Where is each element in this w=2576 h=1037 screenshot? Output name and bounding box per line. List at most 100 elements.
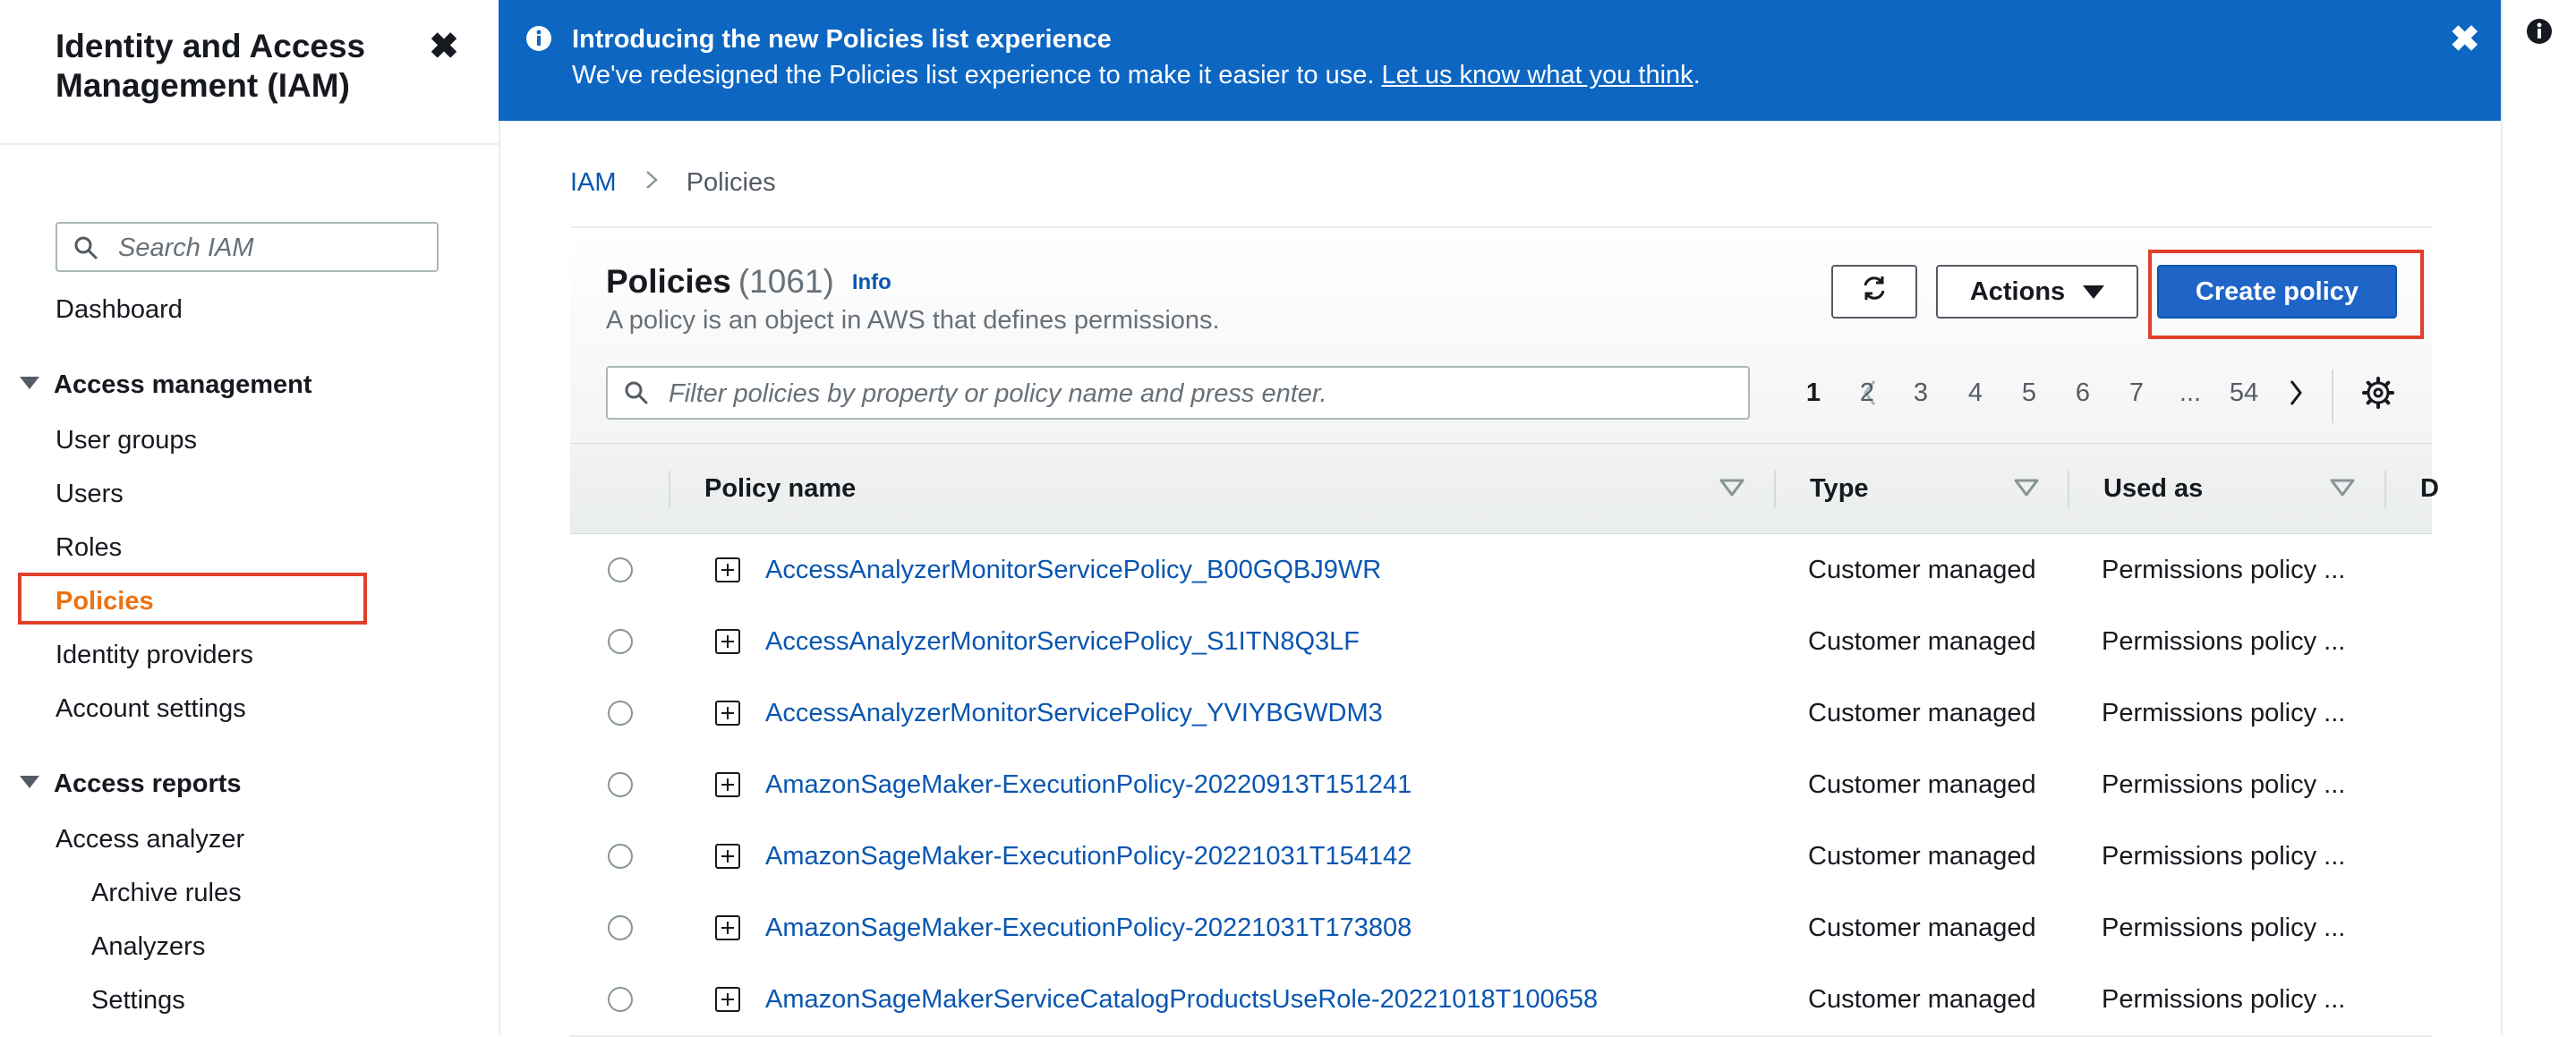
policy-used-as: Permissions policy ... <box>2102 556 2346 584</box>
column-header-policy-name[interactable]: Policy name <box>704 444 856 533</box>
policies-highlight-box <box>18 573 367 625</box>
sidebar-section-label: Access management <box>54 370 312 399</box>
create-policy-highlight-box <box>2148 250 2424 339</box>
column-header-used-as[interactable]: Used as <box>2103 444 2203 533</box>
table-row[interactable]: AmazonSageMaker-ExecutionPolicy-20221031… <box>570 892 2432 965</box>
chevron-right-icon[interactable] <box>2287 378 2305 412</box>
info-link[interactable]: Info <box>852 270 891 294</box>
expand-icon[interactable] <box>715 772 740 797</box>
sidebar-item-users[interactable]: Users <box>55 478 124 510</box>
expand-icon[interactable] <box>715 701 740 726</box>
policy-name-link[interactable]: AmazonSageMaker-ExecutionPolicy-20221031… <box>765 820 1412 892</box>
sidebar-item-analyzers[interactable]: Analyzers <box>91 931 205 963</box>
search-input[interactable] <box>116 231 424 265</box>
sidebar-divider <box>0 143 499 145</box>
table-row[interactable]: AmazonSageMakerServiceCatalogProductsUse… <box>570 964 2432 1037</box>
row-radio[interactable] <box>608 844 633 869</box>
sidebar-section-label: Access reports <box>54 769 242 798</box>
expand-icon[interactable] <box>715 629 740 654</box>
policy-type: Customer managed <box>1808 985 2036 1014</box>
column-header-d[interactable]: D <box>2420 444 2439 533</box>
policy-used-as: Permissions policy ... <box>2102 985 2346 1014</box>
refresh-button[interactable] <box>1831 265 1917 319</box>
page-5[interactable]: 5 <box>2011 377 2047 409</box>
policy-name-link[interactable]: AmazonSageMaker-ExecutionPolicy-20221031… <box>765 892 1412 964</box>
table-row[interactable]: AccessAnalyzerMonitorServicePolicy_YVIYB… <box>570 677 2432 751</box>
sidebar-item-dashboard[interactable]: Dashboard <box>55 293 183 326</box>
sort-icon[interactable] <box>1719 478 1745 502</box>
page-1[interactable]: 1 <box>1796 377 1831 409</box>
page-7[interactable]: 7 <box>2119 377 2154 409</box>
policy-used-as: Permissions policy ... <box>2102 770 2346 799</box>
sidebar-item-account-settings[interactable]: Account settings <box>55 693 246 725</box>
policy-type: Customer managed <box>1808 556 2036 584</box>
column-header-type[interactable]: Type <box>1810 444 1869 533</box>
table-row[interactable]: AmazonSageMaker-ExecutionPolicy-20220913… <box>570 749 2432 822</box>
column-separator <box>669 471 670 508</box>
page-6[interactable]: 6 <box>2065 377 2101 409</box>
help-panel-rail <box>2501 0 2576 1034</box>
table-row[interactable]: AccessAnalyzerMonitorServicePolicy_S1ITN… <box>570 606 2432 679</box>
page-4[interactable]: 4 <box>1958 377 1993 409</box>
table-row[interactable]: AmazonSageMaker-ExecutionPolicy-20221031… <box>570 820 2432 894</box>
panel-header: Policies (1061) Info A policy is an object… <box>570 228 2432 443</box>
expand-icon[interactable] <box>715 557 740 582</box>
sidebar-item-access-analyzer[interactable]: Access analyzer <box>55 823 244 855</box>
policy-name-link[interactable]: AmazonSageMaker-ExecutionPolicy-20220913… <box>765 749 1412 820</box>
page-2[interactable]: 2 <box>1849 377 1885 409</box>
expand-icon[interactable] <box>715 987 740 1012</box>
search-icon <box>73 235 98 265</box>
sidebar-section-access-management[interactable]: Access management <box>20 369 312 401</box>
policy-name-link[interactable]: AccessAnalyzerMonitorServicePolicy_B00GQ… <box>765 534 1381 606</box>
sidebar-section-access-reports[interactable]: Access reports <box>20 768 242 800</box>
sort-icon[interactable] <box>2013 478 2040 502</box>
sidebar-item-user-groups[interactable]: User groups <box>55 424 197 456</box>
row-radio[interactable] <box>608 557 633 582</box>
info-icon <box>525 25 552 56</box>
page-54[interactable]: 54 <box>2226 377 2262 409</box>
policy-type: Customer managed <box>1808 627 2036 656</box>
banner-title: Introducing the new Policies list experi… <box>572 25 1112 54</box>
panel-description: A policy is an object in AWS that define… <box>606 306 1220 335</box>
actions-label: Actions <box>1969 276 2066 306</box>
feedback-link[interactable]: Let us know what you think <box>1381 61 1693 89</box>
close-icon[interactable]: ✖ <box>428 29 460 64</box>
pagination-divider <box>2332 370 2333 423</box>
breadcrumb-iam[interactable]: IAM <box>570 168 617 197</box>
sort-icon[interactable] <box>2329 478 2356 502</box>
table-header: Policy name Type Used as D <box>570 443 2439 535</box>
sidebar-item-roles[interactable]: Roles <box>55 531 122 564</box>
info-icon[interactable] <box>2526 18 2553 49</box>
column-separator <box>2068 471 2069 508</box>
expand-icon[interactable] <box>715 915 740 940</box>
breadcrumb: IAM Policies <box>570 166 776 199</box>
sidebar: Identity and Access Management (IAM) ✖ D… <box>0 0 500 1034</box>
column-separator <box>1774 471 1776 508</box>
policy-name-link[interactable]: AmazonSageMakerServiceCatalogProductsUse… <box>765 964 1598 1035</box>
actions-dropdown[interactable]: Actions <box>1936 265 2138 319</box>
info-banner: Introducing the new Policies list experi… <box>499 0 2501 121</box>
policy-name-link[interactable]: AccessAnalyzerMonitorServicePolicy_YVIYB… <box>765 677 1383 749</box>
banner-message: We've redesigned the Policies list exper… <box>572 61 1375 89</box>
row-radio[interactable] <box>608 629 633 654</box>
page-ellipsis: ... <box>2179 378 2202 407</box>
banner-text: We've redesigned the Policies list exper… <box>572 60 1701 90</box>
search-icon <box>624 380 649 410</box>
sidebar-item-settings[interactable]: Settings <box>91 984 185 1016</box>
policies-panel: Policies (1061) Info A policy is an object… <box>570 226 2439 1037</box>
policy-type: Customer managed <box>1808 699 2036 727</box>
filter-input[interactable] <box>667 377 1727 411</box>
page-3[interactable]: 3 <box>1903 377 1939 409</box>
close-icon[interactable]: ✖ <box>2450 21 2480 57</box>
sidebar-item-identity-providers[interactable]: Identity providers <box>55 639 253 671</box>
row-radio[interactable] <box>608 987 633 1012</box>
row-radio[interactable] <box>608 915 633 940</box>
policy-type: Customer managed <box>1808 914 2036 942</box>
policy-name-link[interactable]: AccessAnalyzerMonitorServicePolicy_S1ITN… <box>765 606 1360 677</box>
sidebar-item-archive-rules[interactable]: Archive rules <box>91 877 242 909</box>
row-radio[interactable] <box>608 772 633 797</box>
gear-icon[interactable] <box>2362 377 2394 413</box>
expand-icon[interactable] <box>715 844 740 869</box>
table-row[interactable]: AccessAnalyzerMonitorServicePolicy_B00GQ… <box>570 534 2432 608</box>
row-radio[interactable] <box>608 701 633 726</box>
